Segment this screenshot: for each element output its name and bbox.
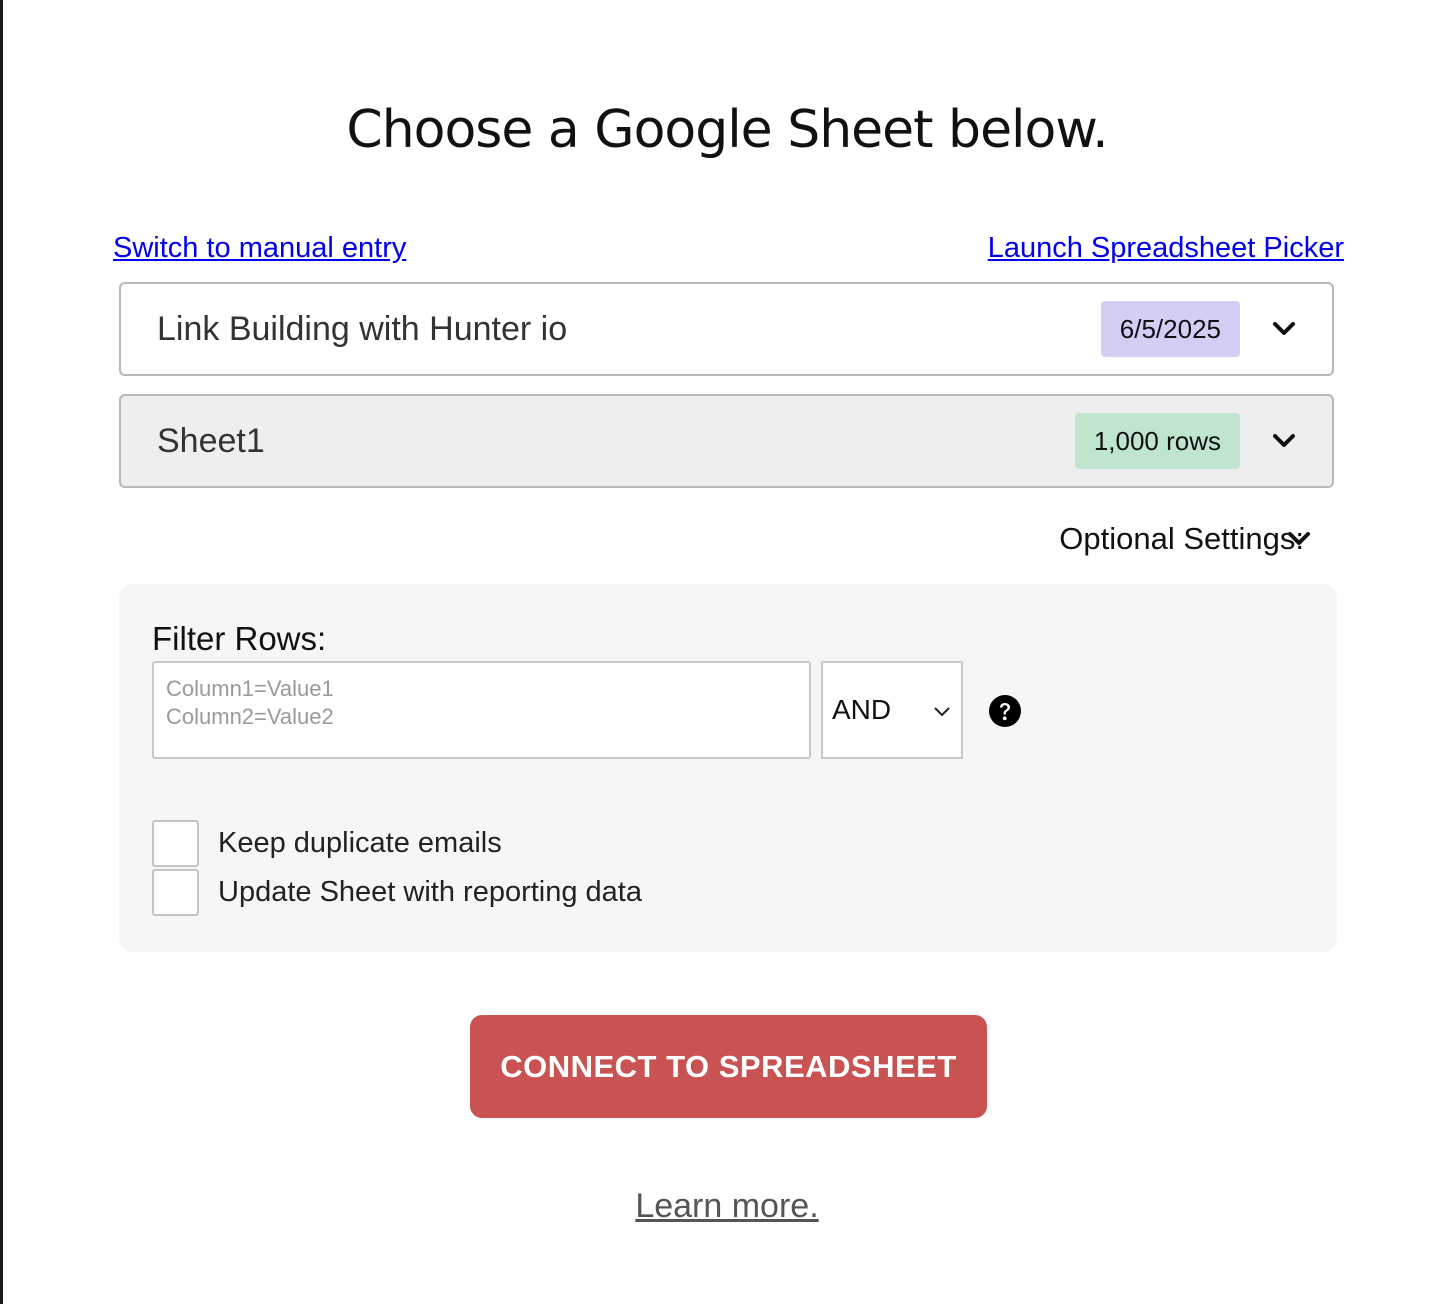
question-circle-icon[interactable] [989, 695, 1021, 727]
update-sheet-reporting-label: Update Sheet with reporting data [218, 876, 642, 908]
keep-duplicate-emails-checkbox[interactable] [152, 820, 199, 867]
filter-operator-select[interactable]: AND [821, 661, 963, 759]
optional-settings-toggle[interactable]: Optional Settings: [1059, 521, 1304, 557]
filter-rows-label: Filter Rows: [152, 620, 327, 657]
spreadsheet-select[interactable]: Link Building with Hunter io 6/5/2025 [119, 282, 1334, 376]
keep-duplicate-emails-label: Keep duplicate emails [218, 827, 502, 859]
chevron-down-icon [932, 701, 952, 721]
spreadsheet-name: Link Building with Hunter io [157, 309, 568, 348]
learn-more-container: Learn more. [0, 1187, 1454, 1226]
sheet-rows-badge: 1,000 rows [1074, 413, 1240, 469]
sheet-select[interactable]: Sheet1 1,000 rows [119, 394, 1334, 488]
switch-to-manual-entry-link[interactable]: Switch to manual entry [113, 232, 406, 265]
connect-to-spreadsheet-button[interactable]: CONNECT TO SPREADSHEET [470, 1015, 987, 1118]
launch-spreadsheet-picker-link[interactable]: Launch Spreadsheet Picker [988, 232, 1344, 265]
spreadsheet-date-badge: 6/5/2025 [1100, 301, 1240, 357]
sheet-name: Sheet1 [157, 421, 265, 460]
chevron-down-icon[interactable] [1287, 527, 1311, 551]
page-title: Choose a Google Sheet below. [346, 100, 1108, 160]
filter-operator-value: AND [832, 694, 892, 725]
chevron-down-icon [1272, 317, 1296, 341]
learn-more-link[interactable]: Learn more. [635, 1187, 818, 1225]
filter-rows-input[interactable] [152, 661, 811, 759]
keep-duplicate-emails-option[interactable]: Keep duplicate emails [152, 820, 502, 867]
update-sheet-reporting-option[interactable]: Update Sheet with reporting data [152, 869, 642, 916]
window-edge [0, 0, 3, 1304]
update-sheet-reporting-checkbox[interactable] [152, 869, 199, 916]
chevron-down-icon [1272, 429, 1296, 453]
